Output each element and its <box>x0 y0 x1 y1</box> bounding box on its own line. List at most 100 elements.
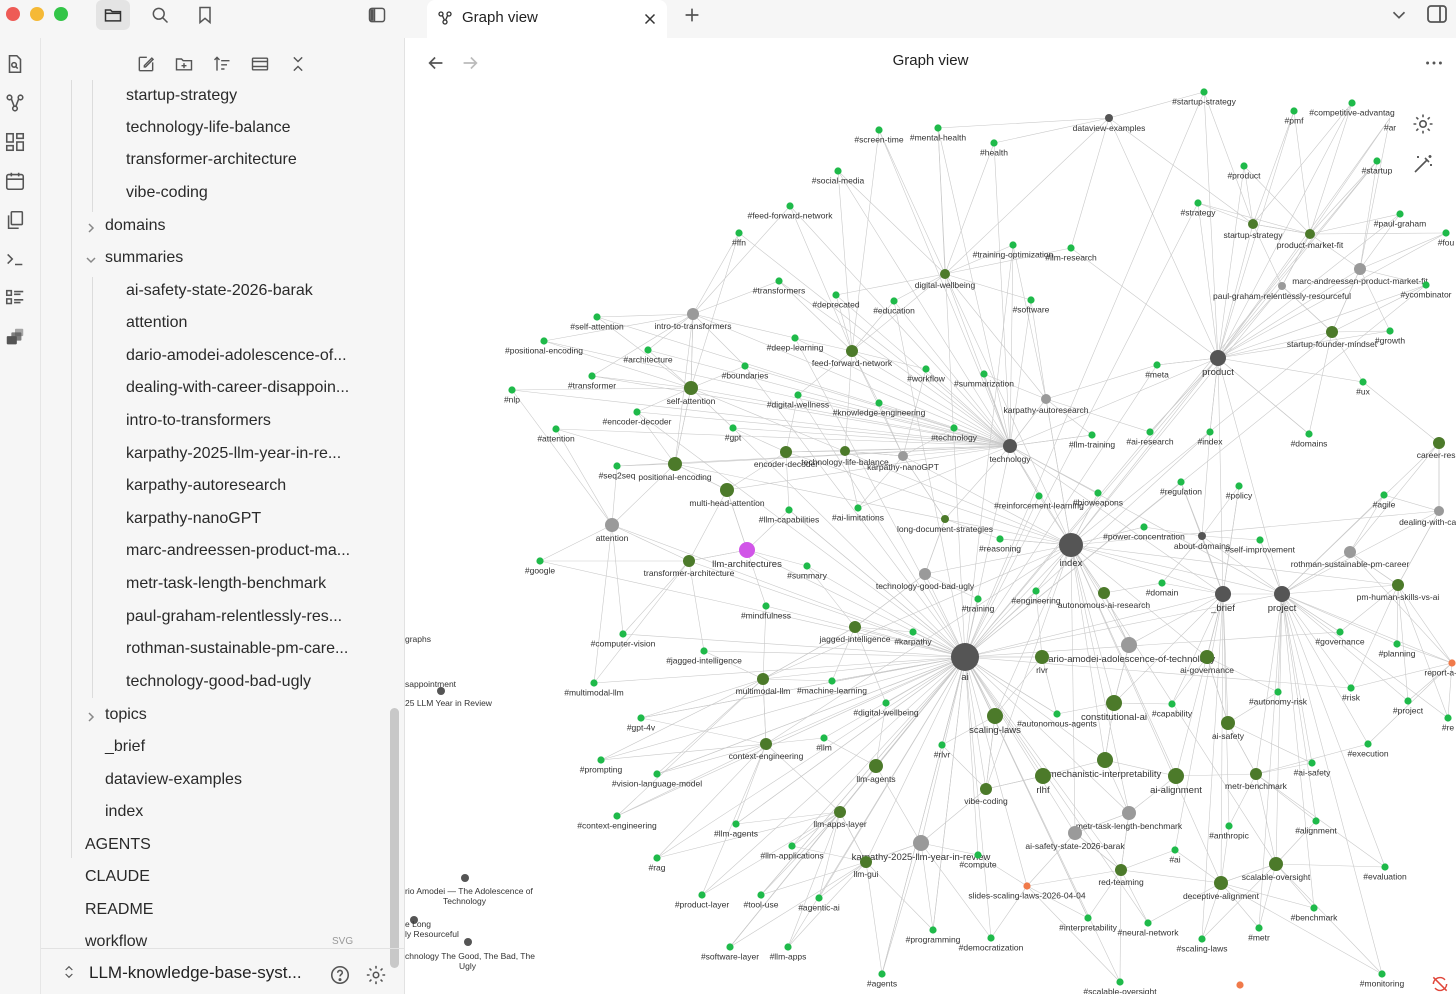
graph-node-dot[interactable] <box>1053 710 1061 718</box>
graph-node-dot[interactable] <box>996 535 1004 543</box>
graph-node[interactable]: llm-architectures <box>712 542 782 570</box>
graph-node-dot[interactable] <box>929 926 937 934</box>
graph-node[interactable]: #encoder-decoder <box>603 408 672 427</box>
graph-node[interactable]: #strategy <box>1181 199 1217 218</box>
graph-node-dot[interactable] <box>1225 822 1233 830</box>
graph-node[interactable]: #positional-encoding <box>505 337 583 356</box>
graph-node[interactable]: llm-agents <box>856 759 896 784</box>
graph-node-dot[interactable] <box>913 835 929 851</box>
graph-node-dot[interactable] <box>588 372 596 380</box>
graph-node-dot[interactable] <box>788 842 796 850</box>
graph-node-dot[interactable] <box>1256 536 1264 544</box>
graph-node-dot[interactable] <box>732 820 740 828</box>
graph-node[interactable]: _brief <box>1210 586 1235 614</box>
graph-node-dot[interactable] <box>869 759 883 773</box>
graph-node-dot[interactable] <box>1326 326 1338 338</box>
graph-node[interactable]: #summary <box>787 562 828 581</box>
graph-node-dot[interactable] <box>828 677 836 685</box>
graph-node[interactable]: multi-head-attention <box>689 483 765 508</box>
graph-node-dot[interactable] <box>739 542 755 558</box>
graph-node-dot[interactable] <box>1214 876 1228 890</box>
graph-node-dot[interactable] <box>980 370 988 378</box>
graph-node[interactable]: intro-to-transformers <box>655 308 732 331</box>
graph-node-dot[interactable] <box>757 673 769 685</box>
graph-node-dot[interactable] <box>1248 219 1258 229</box>
graph-node-dot[interactable] <box>875 126 883 134</box>
graph-node-dot[interactable] <box>1206 428 1214 436</box>
graph-node-dot[interactable] <box>1171 846 1179 854</box>
graph-node[interactable]: red-teaming <box>1098 864 1144 887</box>
graph-node-dot[interactable] <box>1448 659 1456 667</box>
graph-node[interactable]: metr-task-length-benchmark <box>1076 806 1183 831</box>
graph-node[interactable]: #bioweapons <box>1073 489 1123 508</box>
graph-node-dot[interactable] <box>1235 482 1243 490</box>
graph-node[interactable]: #programming <box>906 926 961 945</box>
graph-node-dot[interactable] <box>934 124 942 132</box>
graph-node[interactable]: llm-apps-layer <box>813 806 867 829</box>
graph-node-dot[interactable] <box>683 555 695 567</box>
graph-node-dot[interactable] <box>1380 491 1388 499</box>
graph-node-dot[interactable] <box>1177 478 1185 486</box>
graph-node[interactable]: #transformers <box>753 277 805 296</box>
graph-node-dot[interactable] <box>757 891 765 899</box>
graph-node-dot[interactable] <box>815 894 823 902</box>
graph-node[interactable]: dealing-with-career-d <box>1399 506 1456 527</box>
graph-node-dot[interactable] <box>1305 430 1313 438</box>
graph-node[interactable]: #llm-apps <box>770 943 807 962</box>
graph-node-dot[interactable] <box>1041 394 1051 404</box>
graph-node[interactable]: #digital-wellbeing <box>853 699 919 718</box>
graph-node[interactable]: dataview-examples <box>1073 114 1146 133</box>
graph-node-dot[interactable] <box>1121 637 1137 653</box>
graph-node-dot[interactable] <box>1250 768 1262 780</box>
graph-node-dot[interactable] <box>1106 695 1122 711</box>
graph-node[interactable]: #architecture <box>623 346 673 365</box>
graph-node[interactable]: #project <box>1393 697 1424 716</box>
graph-node-dot[interactable] <box>613 812 621 820</box>
graph-node[interactable]: #summarization <box>954 370 1014 389</box>
graph-node-dot[interactable] <box>987 708 1003 724</box>
graph-node-dot[interactable] <box>464 938 472 946</box>
graph-node-dot[interactable] <box>1354 263 1366 275</box>
graph-node-dot[interactable] <box>1094 489 1102 497</box>
graph-node-dot[interactable] <box>878 970 886 978</box>
graph-node-dot[interactable] <box>1433 437 1445 449</box>
graph-node[interactable]: #multimodal-llm <box>564 679 624 698</box>
graph-node[interactable]: scalable-oversight <box>1242 857 1311 882</box>
graph-node-dot[interactable] <box>1084 914 1092 922</box>
graph-node-dot[interactable] <box>922 365 930 373</box>
graph-node-dot[interactable] <box>1009 241 1017 249</box>
graph-node[interactable]: #education <box>873 297 915 316</box>
graph-node[interactable]: #boundaries <box>722 362 769 381</box>
graph-node-dot[interactable] <box>1434 506 1444 516</box>
graph-node[interactable]: #training-optimization <box>973 241 1054 260</box>
graph-node[interactable]: feed-forward-network <box>812 345 893 368</box>
graph-node-dot[interactable] <box>1027 296 1035 304</box>
graph-node-dot[interactable] <box>834 167 842 175</box>
graph-node[interactable]: #fou <box>1438 229 1455 248</box>
graph-node-dot[interactable] <box>890 297 898 305</box>
graph-node-dot[interactable] <box>540 337 548 345</box>
graph-node-dot[interactable] <box>1035 768 1051 784</box>
graph-node[interactable]: #attention <box>537 425 575 444</box>
graph-node[interactable]: #jagged-intelligence <box>666 647 742 666</box>
graph-node-dot[interactable] <box>786 202 794 210</box>
graph-node[interactable]: #gpt-4v <box>627 714 656 733</box>
graph-node-dot[interactable] <box>1422 281 1430 289</box>
graph-node[interactable]: #gpt <box>725 424 742 443</box>
graph-node[interactable]: #nlp <box>504 386 520 405</box>
graph-node-dot[interactable] <box>1308 759 1316 767</box>
graph-node-dot[interactable] <box>1240 162 1248 170</box>
graph-node[interactable]: multimodal-llm <box>736 673 791 696</box>
graph-node-dot[interactable] <box>1364 740 1372 748</box>
graph-node-dot[interactable] <box>1158 579 1166 587</box>
graph-node[interactable]: #prompting <box>580 756 623 775</box>
graph-node[interactable]: long-document-strategies <box>897 515 993 534</box>
graph-node-dot[interactable] <box>1348 99 1356 107</box>
graph-node[interactable]: #software <box>1013 296 1050 315</box>
graph-node-dot[interactable] <box>1035 492 1043 500</box>
graph-node-dot[interactable] <box>987 934 995 942</box>
graph-node[interactable]: vibe-coding <box>964 783 1008 806</box>
graph-node-dot[interactable] <box>735 229 743 237</box>
animate-wand-icon[interactable] <box>1411 152 1435 176</box>
graph-node-dot[interactable] <box>1115 864 1127 876</box>
